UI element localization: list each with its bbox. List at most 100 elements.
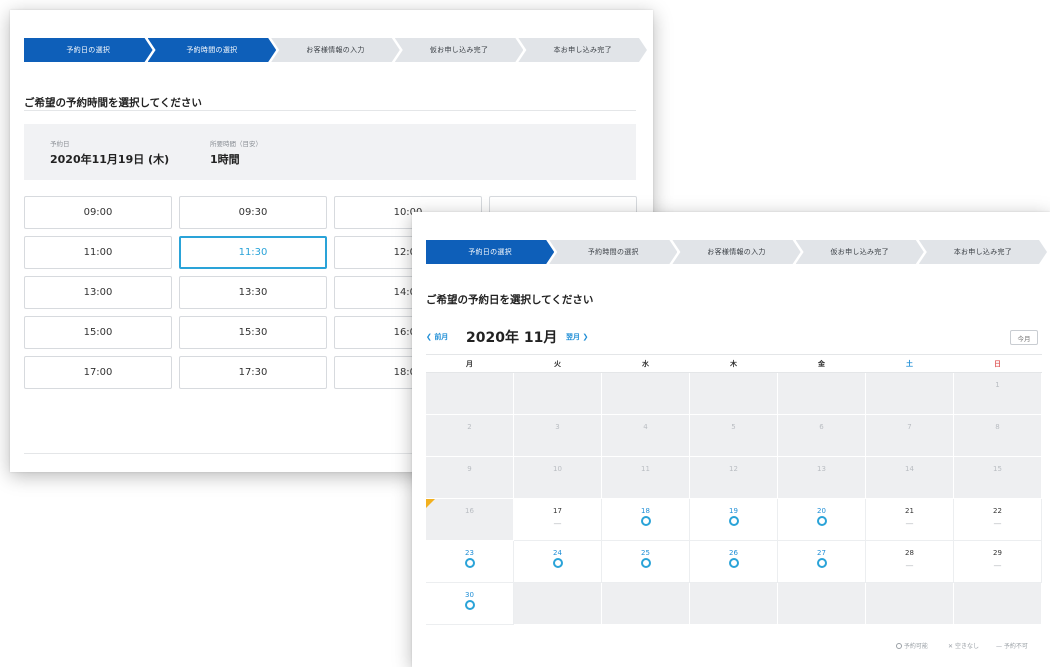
calendar-day-number: 29: [993, 549, 1002, 557]
calendar-day-cell[interactable]: 23: [426, 541, 514, 583]
weekday-label: 月: [466, 360, 473, 368]
legend-full: ✕ 空きなし: [948, 641, 979, 650]
calendar-day-number: 9: [467, 465, 472, 473]
step-progress-bar: 予約日の選択 予約時間の選択 お客様情報の入力 仮お申し込み完了 本お申し込み完…: [24, 38, 642, 62]
unavailable-dash-icon: —: [993, 561, 1002, 570]
calendar-day-cell: [690, 373, 778, 415]
step-customer-info: お客様情報の入力: [672, 240, 800, 264]
available-circle-icon: [552, 558, 563, 568]
availability-mark: [778, 516, 865, 528]
calendar-day-number: 17: [553, 507, 562, 515]
calendar-day-number: 15: [993, 465, 1002, 473]
prev-month-label: 前月: [434, 333, 449, 341]
available-circle-icon: [816, 558, 827, 568]
time-slot-button[interactable]: 13:00: [24, 276, 172, 309]
time-slot-button[interactable]: 09:00: [24, 196, 172, 229]
calendar-day-cell: 13: [778, 457, 866, 499]
time-heading: ご希望の予約時間を選択してください: [24, 97, 202, 109]
available-circle-icon: [640, 516, 651, 526]
time-slot-button[interactable]: 15:30: [179, 316, 327, 349]
available-circle-icon: [816, 516, 827, 526]
step-select-date: 予約日の選択: [426, 240, 554, 264]
calendar-day-cell[interactable]: 20: [778, 499, 866, 541]
next-month-link[interactable]: 翌月 ❯: [566, 332, 588, 342]
calendar-day-cell: [602, 373, 690, 415]
calendar-day-number: 24: [553, 549, 562, 557]
date-label: 予約日: [50, 140, 70, 148]
availability-mark: [514, 558, 601, 570]
calendar-day-number: 11: [641, 465, 650, 473]
legend-full-label: 空きなし: [954, 643, 979, 650]
calendar-day-number: 25: [641, 549, 650, 557]
calendar-day-number: 21: [905, 507, 914, 515]
calendar-day-cell: 28 —: [866, 541, 954, 583]
availability-mark: [426, 558, 513, 570]
next-month-label: 翌月: [566, 333, 580, 341]
calendar-day-cell: 17 —: [514, 499, 602, 541]
calendar-day-cell[interactable]: 26: [690, 541, 778, 583]
calendar-day-number: 23: [465, 549, 474, 557]
calendar-day-cell: 1: [954, 373, 1042, 415]
weekday-label: 土: [906, 360, 913, 368]
calendar-day-number: 6: [819, 423, 824, 431]
calendar-day-number: 18: [641, 507, 650, 515]
unavailable-dash-icon: —: [993, 519, 1002, 528]
chevron-right-icon: ❯: [582, 333, 589, 341]
calendar-day-number: 14: [905, 465, 914, 473]
calendar-day-cell: 14: [866, 457, 954, 499]
calendar-day-cell: 7: [866, 415, 954, 457]
calendar-day-cell: 11: [602, 457, 690, 499]
available-circle-icon: [728, 558, 739, 568]
prev-month-link[interactable]: ❮ 前月: [426, 332, 448, 342]
calendar-day-cell[interactable]: 19: [690, 499, 778, 541]
reservation-summary: 予約日 2020年11月19日 (木) 所要時間（目安） 1時間: [24, 124, 636, 180]
calendar-day-number: 12: [729, 465, 738, 473]
calendar-day-number: 19: [729, 507, 738, 515]
availability-mark: [690, 558, 777, 570]
availability-mark: [690, 516, 777, 528]
time-slot-button[interactable]: 11:00: [24, 236, 172, 269]
calendar-day-number: 5: [731, 423, 736, 431]
calendar-day-cell[interactable]: 27: [778, 541, 866, 583]
calendar-day-cell[interactable]: 25: [602, 541, 690, 583]
chevron-left-icon: ❮: [426, 333, 432, 341]
available-circle-icon: [640, 558, 651, 568]
duration-label: 所要時間（目安）: [210, 140, 262, 148]
time-slot-button[interactable]: 17:00: [24, 356, 172, 389]
time-slot-button[interactable]: 13:30: [179, 276, 327, 309]
calendar-day-cell: [602, 583, 690, 625]
circle-icon: [896, 643, 902, 649]
availability-mark: [602, 516, 689, 528]
step-final-complete: 本お申し込み完了: [919, 240, 1047, 264]
calendar-day-cell: 12: [690, 457, 778, 499]
calendar-day-number: 13: [817, 465, 826, 473]
available-circle-icon: [464, 558, 475, 568]
calendar-day-number: 10: [553, 465, 562, 473]
calendar-day-cell: [426, 373, 514, 415]
calendar-day-cell: 5: [690, 415, 778, 457]
date-value: 2020年11月19日 (木): [50, 153, 170, 166]
availability-mark: [602, 558, 689, 570]
weekday-label: 水: [642, 360, 649, 368]
month-title: 2020年 11月: [466, 330, 558, 346]
legend-unavailable-label: 予約不可: [1003, 643, 1028, 650]
this-month-button[interactable]: 今月: [1010, 330, 1038, 345]
calendar-day-cell: [778, 583, 866, 625]
time-slot-button[interactable]: 15:00: [24, 316, 172, 349]
calendar-day-cell: [778, 373, 866, 415]
calendar-day-cell[interactable]: 24: [514, 541, 602, 583]
calendar-day-cell[interactable]: 18: [602, 499, 690, 541]
unavailable-dash-icon: —: [905, 519, 914, 528]
step-select-date: 予約日の選択: [24, 38, 153, 62]
calendar-day-cell: [866, 583, 954, 625]
weekday-label: 火: [554, 360, 561, 368]
heading-divider: [24, 110, 636, 111]
cross-icon: ✕: [948, 643, 954, 650]
time-slot-button[interactable]: 17:30: [179, 356, 327, 389]
date-selection-panel: 予約日の選択 予約時間の選択 お客様情報の入力 仮お申し込み完了 本お申し込み完…: [412, 212, 1050, 667]
calendar-day-number: 4: [643, 423, 648, 431]
calendar-day-cell[interactable]: 30: [426, 583, 514, 625]
time-slot-button[interactable]: 09:30: [179, 196, 327, 229]
time-slot-button[interactable]: 11:30: [179, 236, 327, 269]
calendar-day-cell: 21 —: [866, 499, 954, 541]
